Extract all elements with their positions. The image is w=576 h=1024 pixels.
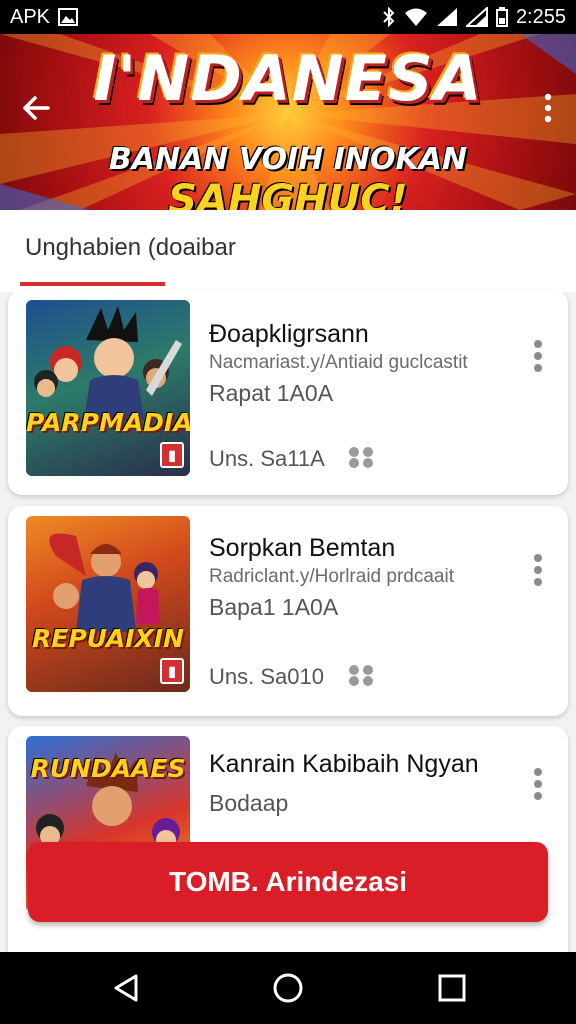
- signal-bars-icon: [465, 7, 488, 27]
- game-footer: Uns. Sa11A: [209, 446, 325, 471]
- home-nav-icon[interactable]: [272, 972, 304, 1004]
- game-thumbnail-label: RUNDAAES: [30, 754, 186, 783]
- recents-nav-icon[interactable]: [436, 972, 468, 1004]
- game-footer: Uns. Sa010: [209, 664, 324, 689]
- game-title: Đoapkligrsann: [209, 320, 369, 348]
- game-card[interactable]: PARPMADIA ▮ Đoapkligrsann Nacmariast.y/A…: [8, 290, 568, 495]
- game-subtitle: Bodaap: [209, 790, 289, 816]
- hero-banner: I'NDANESA BANAN VOIH INOKAN SAHGHUC!: [0, 34, 576, 210]
- game-thumbnail-label: PARPMADIA: [26, 408, 190, 437]
- grid-dots-icon[interactable]: [348, 664, 374, 686]
- banner-subtitle-accent: SAHGHUC!: [168, 177, 408, 210]
- tab-active-indicator: [20, 282, 165, 286]
- banner-subtitle-prefix: BANAN VOIH INOKAN: [108, 142, 468, 177]
- back-icon[interactable]: [18, 90, 54, 126]
- game-thumbnail-label: REPUAIXIN: [32, 624, 184, 653]
- status-app-label: APK: [10, 5, 51, 28]
- game-card[interactable]: REPUAIXIN ▮ Sorpkan Bemtan Radriclant.y/…: [8, 506, 568, 716]
- game-title: Kanrain Kabibaih Ngyan: [209, 750, 479, 778]
- image-notification-icon: [58, 8, 79, 26]
- more-vert-icon[interactable]: [530, 338, 546, 374]
- status-bar: APK 2:255: [0, 0, 576, 34]
- game-subtitle: Nacmariast.y/Antiaid guclcastit: [209, 352, 468, 373]
- main-content: Unghabien (doaibar PARPMADIA ▮ Đoapkligr…: [0, 210, 576, 952]
- primary-cta-button[interactable]: TOMB. Arindezasi: [28, 842, 548, 922]
- game-title: Sorpkan Bemtan: [209, 534, 396, 562]
- game-meta: Bapa1 1A0A: [209, 594, 339, 620]
- install-badge-icon: ▮: [160, 442, 184, 468]
- banner-subtitle: BANAN VOIH INOKAN SAHGHUC!: [0, 142, 576, 210]
- tab-bar: Unghabien (doaibar: [0, 210, 576, 292]
- tab-active[interactable]: Unghabien (doaibar: [25, 234, 236, 262]
- game-thumbnail[interactable]: PARPMADIA ▮: [26, 300, 190, 476]
- system-nav-bar: [0, 952, 576, 1024]
- status-time: 2:255: [515, 5, 566, 28]
- more-vert-icon[interactable]: [530, 766, 546, 802]
- game-meta: Rapat 1A0A: [209, 380, 334, 406]
- game-subtitle: Radriclant.y/Horlraid prdcaait: [209, 566, 454, 587]
- wifi-icon: [404, 8, 427, 26]
- install-badge-icon: ▮: [160, 658, 184, 684]
- more-vert-icon[interactable]: [530, 552, 546, 588]
- game-thumbnail[interactable]: REPUAIXIN ▮: [26, 516, 190, 692]
- back-nav-icon[interactable]: [110, 972, 142, 1004]
- bluetooth-icon: [383, 7, 395, 27]
- battery-icon: [495, 7, 508, 27]
- grid-dots-icon[interactable]: [348, 446, 374, 468]
- banner-title: I'NDANESA: [93, 42, 483, 115]
- more-vert-icon[interactable]: [538, 90, 558, 126]
- signal-icon: [436, 8, 457, 26]
